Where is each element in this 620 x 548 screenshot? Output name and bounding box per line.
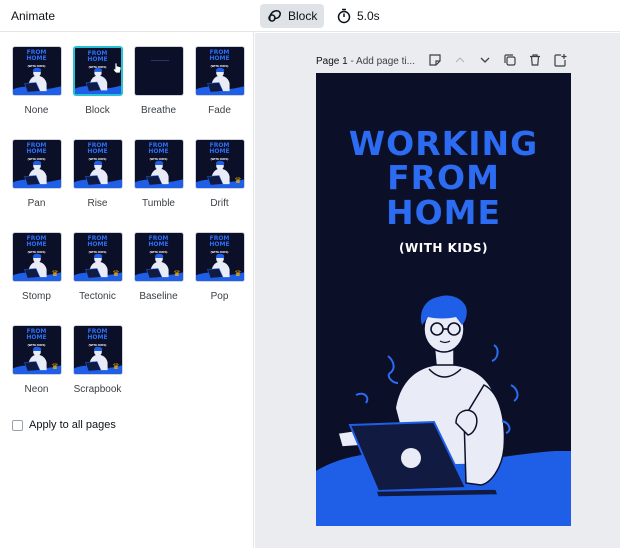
animation-preview-thumbnail[interactable]: FROM HOME (WITH KIDS) ♛ [11, 325, 62, 375]
animation-preview-thumbnail[interactable]: FROM HOME (WITH KIDS) ♛ [72, 325, 123, 375]
animation-preview-thumbnail[interactable]: FROMHOME(WITH KIDS) [11, 139, 62, 189]
animation-preview-thumbnail[interactable]: FROM HOME (WITH KIDS) ♛ [133, 232, 184, 282]
duplicate-page-icon[interactable] [503, 53, 517, 67]
animation-grid: FROM HOME (WITH KIDS) None FROM HOME (WITH KID… [6, 45, 250, 417]
crown-icon: ♛ [51, 269, 59, 278]
animation-panel: FROM HOME (WITH KIDS) None FROM HOME (WITH KID… [0, 32, 254, 548]
animation-option-label: Breathe [140, 105, 177, 116]
person-with-laptop-illustration[interactable] [316, 73, 571, 526]
animation-option-label: Block [85, 105, 110, 116]
animation-preview-thumbnail[interactable]: FROM HOME (WITH KIDS) ♛ [11, 232, 62, 282]
design-page[interactable]: WORKING FROM HOME (WITH KIDS) [316, 73, 571, 526]
crown-icon: ♛ [112, 362, 120, 371]
animation-option-label: Fade [208, 105, 231, 116]
hand-cursor-icon [111, 62, 121, 74]
animation-option-label: Tumble [142, 198, 175, 209]
add-page-icon[interactable] [553, 53, 567, 67]
page-header: Page 1 - Add page ti... [316, 53, 572, 69]
animation-option-pop[interactable]: FROM HOME (WITH KIDS) ♛ Pop [189, 231, 250, 324]
thumb-figure-illustration [12, 67, 61, 95]
block-animation-button[interactable]: Block [260, 4, 325, 28]
crown-icon: ♛ [51, 362, 59, 371]
apply-to-all-checkbox[interactable] [12, 419, 23, 431]
crown-icon: ♛ [173, 269, 181, 278]
animation-option-pan[interactable]: FROM HOME (WITH KIDS) Pan [6, 138, 67, 231]
animation-option-label: Pan [27, 198, 46, 209]
duration-button[interactable]: 5.0s [329, 4, 387, 28]
animation-option-label: Baseline [139, 291, 178, 302]
chevron-down-icon[interactable] [478, 53, 492, 67]
animation-option-label: Pop [210, 291, 229, 302]
page-title[interactable]: Page 1 - Add page ti... [316, 56, 415, 67]
animation-option-label: Tectonic [79, 291, 116, 302]
top-toolbar: Animate Block 5.0s [0, 0, 620, 32]
crown-icon: ♛ [234, 176, 242, 185]
animation-option-fade[interactable]: FROM HOME (WITH KIDS) Fade [189, 45, 250, 138]
animation-option-label: Stomp [22, 291, 51, 302]
chevron-up-icon[interactable] [453, 53, 467, 67]
animation-option-label: Scrapbook [73, 384, 122, 395]
animation-option-neon[interactable]: FROM HOME (WITH KIDS) ♛ Neon [6, 324, 67, 417]
animation-preview-thumbnail[interactable]: FROMHOME(WITH KIDS) [133, 46, 184, 96]
page-actions [428, 53, 567, 67]
animation-preview-thumbnail[interactable]: FROM HOME (WITH KIDS) ♛ [194, 139, 245, 189]
panel-title: Animate [11, 9, 56, 23]
block-animation-label: Block [288, 9, 318, 23]
animation-option-stomp[interactable]: FROM HOME (WITH KIDS) ♛ Stomp [6, 231, 67, 324]
page-number: Page 1 [316, 55, 348, 67]
stopwatch-icon [336, 8, 352, 24]
animation-option-label: Drift [210, 198, 229, 209]
animation-option-scrapbook[interactable]: FROM HOME (WITH KIDS) ♛ Scrapbook [67, 324, 128, 417]
trash-icon[interactable] [528, 53, 542, 67]
crown-icon: ♛ [112, 269, 120, 278]
thumb-figure-illustration [73, 160, 122, 188]
animation-option-label: Rise [87, 198, 108, 209]
page-title-placeholder[interactable]: Add page ti... [356, 56, 415, 67]
animation-option-baseline[interactable]: FROM HOME (WITH KIDS) ♛ Baseline [128, 231, 189, 324]
animation-option-label: Neon [24, 384, 49, 395]
notes-icon[interactable] [428, 53, 442, 67]
animation-option-drift[interactable]: FROM HOME (WITH KIDS) ♛ Drift [189, 138, 250, 231]
animation-option-breathe[interactable]: FROMHOME(WITH KIDS) Breathe [128, 45, 189, 138]
animation-preview-thumbnail[interactable]: FROMHOME(WITH KIDS) [11, 46, 62, 96]
animation-preview-thumbnail[interactable]: FROMHOME(WITH KIDS) [72, 139, 123, 189]
animation-preview-thumbnail[interactable]: FROMHOME(WITH KIDS) [72, 46, 123, 96]
thumb-figure-illustration [134, 160, 183, 188]
animation-preview-thumbnail[interactable]: FROM HOME (WITH KIDS) ♛ [72, 232, 123, 282]
canvas-area: Page 1 - Add page ti... WORKING FROM HOM… [255, 33, 620, 548]
animation-preview-thumbnail[interactable]: FROM HOME (WITH KIDS) ♛ [194, 232, 245, 282]
animation-option-block[interactable]: FROM HOME (WITH KIDS) Block [67, 45, 128, 138]
animation-preview-thumbnail[interactable]: FROMHOME(WITH KIDS) [133, 139, 184, 189]
animation-option-none[interactable]: FROM HOME (WITH KIDS) None [6, 45, 67, 138]
animation-option-label: None [24, 105, 49, 116]
animation-option-tumble[interactable]: FROM HOME (WITH KIDS) Tumble [128, 138, 189, 231]
apply-to-all-label: Apply to all pages [29, 419, 116, 431]
thumb-figure-illustration [12, 160, 61, 188]
apply-to-all-pages[interactable]: Apply to all pages [12, 419, 116, 431]
crown-icon: ♛ [234, 269, 242, 278]
thumb-figure-illustration [195, 67, 244, 95]
animation-preview-thumbnail[interactable]: FROMHOME(WITH KIDS) [194, 46, 245, 96]
animation-option-tectonic[interactable]: FROM HOME (WITH KIDS) ♛ Tectonic [67, 231, 128, 324]
block-animation-icon [267, 8, 283, 24]
duration-label: 5.0s [357, 9, 380, 23]
animation-option-rise[interactable]: FROM HOME (WITH KIDS) Rise [67, 138, 128, 231]
